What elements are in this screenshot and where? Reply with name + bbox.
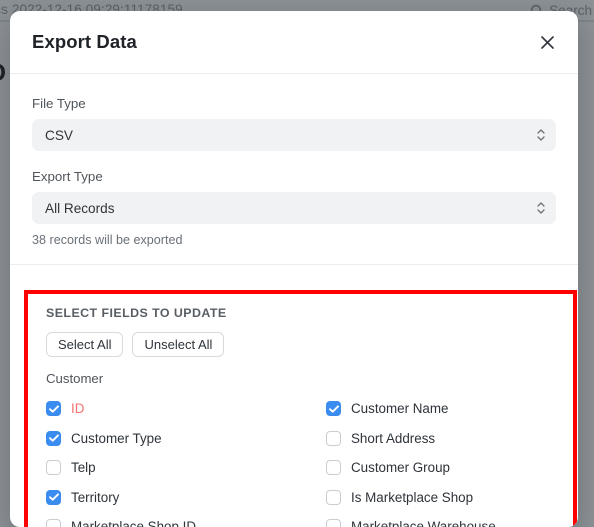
- file-type-value: CSV: [45, 127, 73, 143]
- export-type-label: Export Type: [32, 169, 103, 184]
- body-divider: [10, 264, 578, 265]
- field-label: Telp: [71, 460, 96, 476]
- checkbox-checked-icon[interactable]: [46, 401, 61, 417]
- select-all-button[interactable]: Select All: [46, 332, 124, 357]
- field-label: Customer Type: [71, 430, 162, 446]
- field-label: ID: [71, 401, 85, 417]
- field-row[interactable]: Marketplace Warehouse: [326, 512, 555, 527]
- checkbox-unchecked-icon[interactable]: [46, 519, 61, 527]
- select-fields-caption: SELECT FIELDS TO UPDATE: [46, 306, 227, 320]
- file-type-label: File Type: [32, 96, 86, 111]
- field-label: Territory: [71, 489, 120, 505]
- field-row[interactable]: Short Address: [326, 424, 555, 454]
- checkbox-unchecked-icon[interactable]: [326, 489, 341, 505]
- file-type-field: File Type CSV: [32, 96, 556, 151]
- field-row[interactable]: Is Marketplace Shop: [326, 483, 555, 513]
- field-row[interactable]: Customer Name: [326, 394, 555, 424]
- field-row[interactable]: Marketplace Shop ID: [46, 512, 326, 527]
- checkbox-checked-icon[interactable]: [326, 401, 341, 417]
- unselect-all-button[interactable]: Unselect All: [132, 332, 225, 357]
- field-row[interactable]: Customer Group: [326, 453, 555, 483]
- export-type-value: All Records: [45, 200, 115, 216]
- field-checkbox-grid: ID Customer Name Customer Type Short Addres…: [46, 394, 555, 527]
- dialog-header: Export Data: [10, 11, 578, 74]
- checkbox-unchecked-icon[interactable]: [326, 430, 341, 446]
- chevron-up-down-icon: [537, 202, 545, 214]
- field-label: Short Address: [351, 430, 436, 446]
- field-row[interactable]: Territory: [46, 483, 326, 513]
- field-row[interactable]: ID: [46, 394, 326, 424]
- close-icon[interactable]: [534, 29, 560, 55]
- export-data-dialog: Export Data File Type CSV Export Type Al…: [10, 11, 578, 527]
- select-buttons-row: Select All Unselect All: [46, 332, 555, 357]
- checkbox-unchecked-icon[interactable]: [46, 460, 61, 476]
- chevron-up-down-icon: [537, 129, 545, 141]
- field-label: Is Marketplace Shop: [351, 489, 474, 505]
- dialog-title: Export Data: [32, 31, 137, 52]
- record-count-note: 38 records will be exported: [32, 233, 183, 247]
- export-type-field: Export Type All Records 38 records will …: [32, 169, 556, 247]
- select-fields-highlight-region: SELECT FIELDS TO UPDATE Select All Unsel…: [24, 290, 577, 527]
- checkbox-unchecked-icon[interactable]: [326, 460, 341, 476]
- field-row[interactable]: Customer Type: [46, 424, 326, 454]
- checkbox-checked-icon[interactable]: [46, 489, 61, 505]
- field-row[interactable]: Telp: [46, 453, 326, 483]
- file-type-select[interactable]: CSV: [32, 119, 556, 151]
- export-type-select[interactable]: All Records: [32, 192, 556, 224]
- checkbox-unchecked-icon[interactable]: [326, 519, 341, 527]
- field-label: Marketplace Shop ID: [71, 519, 197, 527]
- checkbox-checked-icon[interactable]: [46, 430, 61, 446]
- field-group-label: Customer: [46, 371, 104, 386]
- dialog-body: File Type CSV Export Type All Records 38…: [10, 74, 578, 265]
- field-label: Marketplace Warehouse: [351, 519, 496, 527]
- field-label: Customer Group: [351, 460, 450, 476]
- field-label: Customer Name: [351, 401, 449, 417]
- backdrop-page-heading: D: [0, 59, 6, 88]
